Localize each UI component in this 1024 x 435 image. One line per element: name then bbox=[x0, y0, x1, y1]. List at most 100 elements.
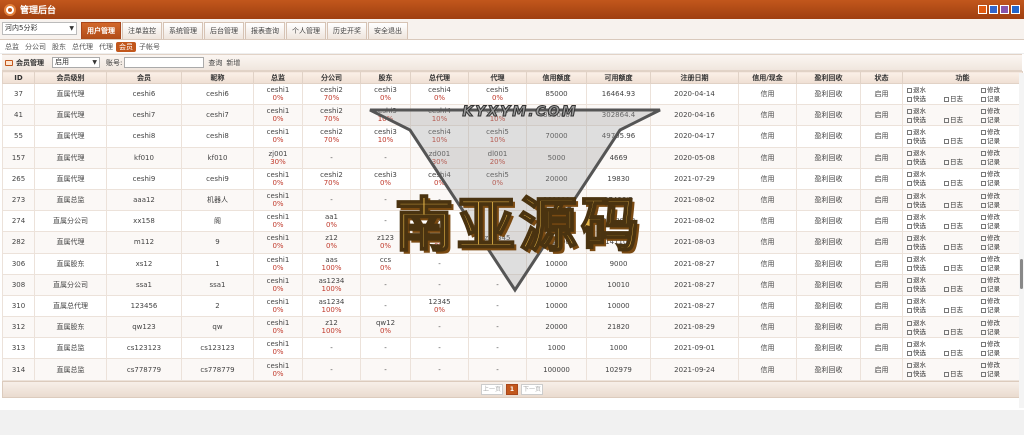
action-rebate-link[interactable]: 退水 bbox=[907, 149, 944, 157]
action-edit-link[interactable]: 修改 bbox=[981, 107, 1018, 115]
action-quick-select-link[interactable]: 快选 bbox=[907, 328, 944, 336]
action-log-link[interactable]: 日志 bbox=[944, 179, 981, 187]
action-record-link[interactable]: 记录 bbox=[981, 306, 1018, 314]
action-edit-link[interactable]: 修改 bbox=[981, 297, 1018, 305]
action-edit-link[interactable]: 修改 bbox=[981, 192, 1018, 200]
action-log-link[interactable]: 日志 bbox=[944, 222, 981, 230]
theme-swatch[interactable] bbox=[1000, 5, 1009, 14]
submenu-branch[interactable]: 分公司 bbox=[22, 42, 49, 52]
action-rebate-link[interactable]: 退水 bbox=[907, 86, 944, 94]
submenu-sub-account[interactable]: 子帐号 bbox=[136, 42, 163, 52]
action-record-link[interactable]: 记录 bbox=[981, 370, 1018, 378]
theme-swatch[interactable] bbox=[978, 5, 987, 14]
action-quick-select-link[interactable]: 快选 bbox=[907, 116, 944, 124]
submenu-agent[interactable]: 代理 bbox=[96, 42, 116, 52]
action-rebate-link[interactable]: 退水 bbox=[907, 192, 944, 200]
theme-swatch[interactable] bbox=[989, 5, 998, 14]
action-rebate-link[interactable]: 退水 bbox=[907, 234, 944, 242]
action-edit-link[interactable]: 修改 bbox=[981, 340, 1018, 348]
menu-tab-bet-monitor[interactable]: 注单监控 bbox=[122, 22, 162, 39]
action-record-link[interactable]: 记录 bbox=[981, 285, 1018, 293]
action-quick-select-link[interactable]: 快选 bbox=[907, 243, 944, 251]
action-log-link[interactable]: 日志 bbox=[944, 243, 981, 251]
action-quick-select-link[interactable]: 快选 bbox=[907, 349, 944, 357]
action-record-link[interactable]: 记录 bbox=[981, 328, 1018, 336]
scrollbar-thumb[interactable] bbox=[1020, 259, 1023, 289]
action-edit-link[interactable]: 修改 bbox=[981, 234, 1018, 242]
action-log-link[interactable]: 日志 bbox=[944, 328, 981, 336]
submenu-member[interactable]: 会员 bbox=[116, 41, 136, 52]
action-quick-select-link[interactable]: 快选 bbox=[907, 285, 944, 293]
action-quick-select-link[interactable]: 快选 bbox=[907, 264, 944, 272]
action-rebate-link[interactable]: 退水 bbox=[907, 107, 944, 115]
menu-tab-reports[interactable]: 报表查询 bbox=[245, 22, 285, 39]
action-rebate-link[interactable]: 退水 bbox=[907, 297, 944, 305]
menu-tab-user-management[interactable]: 用户管理 bbox=[81, 22, 121, 39]
action-log-link[interactable]: 日志 bbox=[944, 158, 981, 166]
add-button[interactable]: 新增 bbox=[226, 58, 240, 68]
action-log-link[interactable]: 日志 bbox=[944, 370, 981, 378]
menu-tab-admin[interactable]: 后台管理 bbox=[204, 22, 244, 39]
action-quick-select-link[interactable]: 快选 bbox=[907, 201, 944, 209]
action-log-link[interactable]: 日志 bbox=[944, 116, 981, 124]
menu-tab-logout[interactable]: 安全退出 bbox=[368, 22, 408, 39]
menu-tab-history[interactable]: 历史开奖 bbox=[327, 22, 367, 39]
action-rebate-link[interactable]: 退水 bbox=[907, 340, 944, 348]
action-record-link[interactable]: 记录 bbox=[981, 349, 1018, 357]
action-quick-select-link[interactable]: 快选 bbox=[907, 306, 944, 314]
submenu-shareholder[interactable]: 股东 bbox=[49, 42, 69, 52]
submenu-general-agent[interactable]: 总代理 bbox=[69, 42, 96, 52]
action-rebate-link[interactable]: 退水 bbox=[907, 128, 944, 136]
action-edit-link[interactable]: 修改 bbox=[981, 213, 1018, 221]
next-page-button[interactable]: 下一页 bbox=[521, 383, 543, 395]
action-record-link[interactable]: 记录 bbox=[981, 201, 1018, 209]
action-log-link[interactable]: 日志 bbox=[944, 95, 981, 103]
cell-date-text: 2021-08-29 bbox=[674, 323, 715, 332]
action-edit-link[interactable]: 修改 bbox=[981, 149, 1018, 157]
action-rebate-link[interactable]: 退水 bbox=[907, 255, 944, 263]
prev-page-button[interactable]: 上一页 bbox=[481, 383, 503, 395]
action-quick-select-link[interactable]: 快选 bbox=[907, 137, 944, 145]
action-edit-link[interactable]: 修改 bbox=[981, 170, 1018, 178]
submenu-director[interactable]: 总监 bbox=[2, 42, 22, 52]
action-quick-select-link[interactable]: 快选 bbox=[907, 222, 944, 230]
action-edit-link[interactable]: 修改 bbox=[981, 276, 1018, 284]
theme-swatch[interactable] bbox=[1011, 5, 1020, 14]
action-record-link[interactable]: 记录 bbox=[981, 137, 1018, 145]
scrollbar[interactable] bbox=[1019, 73, 1024, 408]
action-rebate-link[interactable]: 退水 bbox=[907, 361, 944, 369]
action-record-link[interactable]: 记录 bbox=[981, 95, 1018, 103]
menu-tab-system[interactable]: 系统管理 bbox=[163, 22, 203, 39]
action-record-link[interactable]: 记录 bbox=[981, 116, 1018, 124]
action-quick-select-link[interactable]: 快选 bbox=[907, 158, 944, 166]
action-edit-link[interactable]: 修改 bbox=[981, 319, 1018, 327]
action-log-link[interactable]: 日志 bbox=[944, 349, 981, 357]
action-log-link[interactable]: 日志 bbox=[944, 285, 981, 293]
action-edit-link[interactable]: 修改 bbox=[981, 86, 1018, 94]
action-log-link[interactable]: 日志 bbox=[944, 201, 981, 209]
menu-tab-personal[interactable]: 个人管理 bbox=[286, 22, 326, 39]
action-edit-link[interactable]: 修改 bbox=[981, 255, 1018, 263]
action-edit-link[interactable]: 修改 bbox=[981, 361, 1018, 369]
action-quick-select-link[interactable]: 快选 bbox=[907, 179, 944, 187]
action-record-link[interactable]: 记录 bbox=[981, 222, 1018, 230]
action-log-link[interactable]: 日志 bbox=[944, 306, 981, 314]
game-select[interactable]: 河内5分彩 ▼ bbox=[2, 22, 77, 35]
action-record-link[interactable]: 记录 bbox=[981, 158, 1018, 166]
action-log-link[interactable]: 日志 bbox=[944, 264, 981, 272]
action-log-link[interactable]: 日志 bbox=[944, 137, 981, 145]
current-page[interactable]: 1 bbox=[506, 383, 518, 395]
action-record-link[interactable]: 记录 bbox=[981, 179, 1018, 187]
status-select[interactable]: 启用 ▼ bbox=[52, 57, 100, 68]
search-button[interactable]: 查询 bbox=[208, 58, 222, 68]
action-rebate-link[interactable]: 退水 bbox=[907, 170, 944, 178]
action-rebate-link[interactable]: 退水 bbox=[907, 213, 944, 221]
action-record-link[interactable]: 记录 bbox=[981, 264, 1018, 272]
action-quick-select-link[interactable]: 快选 bbox=[907, 370, 944, 378]
account-input[interactable] bbox=[124, 57, 205, 68]
action-record-link[interactable]: 记录 bbox=[981, 243, 1018, 251]
action-quick-select-link[interactable]: 快选 bbox=[907, 95, 944, 103]
action-edit-link[interactable]: 修改 bbox=[981, 128, 1018, 136]
action-rebate-link[interactable]: 退水 bbox=[907, 276, 944, 284]
action-rebate-link[interactable]: 退水 bbox=[907, 319, 944, 327]
